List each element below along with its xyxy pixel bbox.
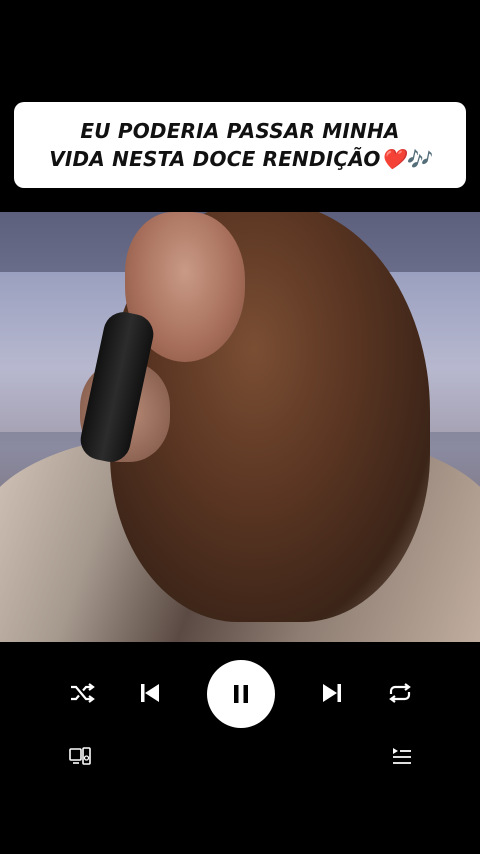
next-button[interactable] (314, 656, 350, 730)
video-frame[interactable] (0, 212, 480, 642)
skip-next-icon (323, 684, 341, 702)
connect-device-button[interactable] (66, 742, 94, 770)
queue-icon (393, 748, 411, 764)
shuffle-icon (71, 683, 95, 703)
previous-button[interactable] (132, 656, 168, 730)
play-pause-button[interactable] (207, 660, 275, 728)
repeat-button[interactable] (382, 656, 418, 730)
lyric-caption: EU PODERIA PASSAR MINHA VIDA NESTA DOCE … (14, 102, 466, 244)
devices-icon (69, 747, 91, 765)
repeat-icon (389, 683, 411, 703)
caption-line-1: EU PODERIA PASSAR MINHA (80, 119, 400, 143)
skip-previous-icon (141, 684, 159, 702)
pause-icon (234, 685, 248, 703)
caption-line-2: VIDA NESTA DOCE RENDIÇÃO❤️🎶 (49, 147, 431, 171)
queue-button[interactable] (388, 742, 416, 770)
shuffle-button[interactable] (64, 656, 100, 730)
